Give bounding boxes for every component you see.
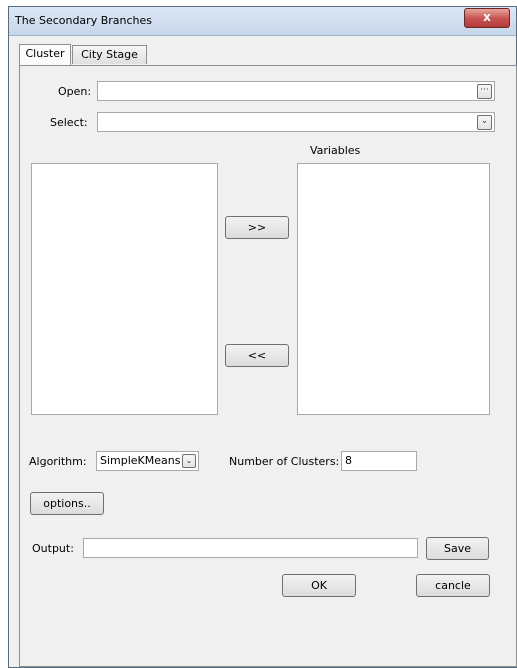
browse-button[interactable]: ··· xyxy=(477,84,492,99)
ok-button[interactable]: OK xyxy=(282,574,356,597)
algorithm-label: Algorithm: xyxy=(29,455,87,468)
tab-cluster[interactable]: Cluster xyxy=(19,44,71,65)
window-title: The Secondary Branches xyxy=(15,14,153,27)
available-attributes-list[interactable] xyxy=(31,163,218,415)
cancel-label: cancle xyxy=(435,579,471,592)
close-button[interactable]: x xyxy=(464,8,510,28)
output-label: Output: xyxy=(32,542,74,555)
select-dropdown[interactable] xyxy=(97,112,495,132)
title-bar[interactable]: The Secondary Branches x xyxy=(9,7,516,36)
clusters-label: Number of Clusters: xyxy=(229,455,340,468)
remove-variables-button[interactable]: << xyxy=(225,344,289,367)
options-label: options.. xyxy=(43,497,91,510)
chevron-down-icon: ⌄ xyxy=(480,116,489,126)
variables-list[interactable] xyxy=(297,163,490,415)
save-button[interactable]: Save xyxy=(426,537,489,560)
remove-variables-label: << xyxy=(247,349,267,362)
chevron-down-icon[interactable]: ⌄ xyxy=(182,454,196,468)
ok-label: OK xyxy=(311,579,327,592)
algorithm-value: SimpleKMeans xyxy=(100,454,181,467)
tab-cluster-label: Cluster xyxy=(25,47,65,60)
open-label: Open: xyxy=(58,85,92,98)
variables-heading: Variables xyxy=(310,144,361,157)
ellipsis-icon: ··· xyxy=(480,85,489,95)
cluster-panel: Open: ··· Select: ⌄ Variables >> << Algo… xyxy=(19,65,517,667)
close-icon: x xyxy=(483,10,491,24)
open-path-input[interactable] xyxy=(97,81,495,101)
clusters-value: 8 xyxy=(345,454,352,467)
dialog-window: The Secondary Branches x Cluster City St… xyxy=(8,6,517,668)
add-variables-button[interactable]: >> xyxy=(225,216,289,239)
add-variables-label: >> xyxy=(247,221,267,234)
cancel-button[interactable]: cancle xyxy=(416,574,490,597)
select-label: Select: xyxy=(50,116,88,129)
tab-city-stage[interactable]: City Stage xyxy=(72,45,147,64)
options-button[interactable]: options.. xyxy=(30,492,104,515)
output-path-input[interactable] xyxy=(83,538,418,558)
select-dropdown-arrow[interactable]: ⌄ xyxy=(477,115,492,130)
clusters-input[interactable]: 8 xyxy=(341,451,417,471)
tab-city-stage-label: City Stage xyxy=(81,48,138,61)
algorithm-select[interactable]: SimpleKMeans ⌄ xyxy=(96,451,199,471)
save-label: Save xyxy=(443,542,471,555)
